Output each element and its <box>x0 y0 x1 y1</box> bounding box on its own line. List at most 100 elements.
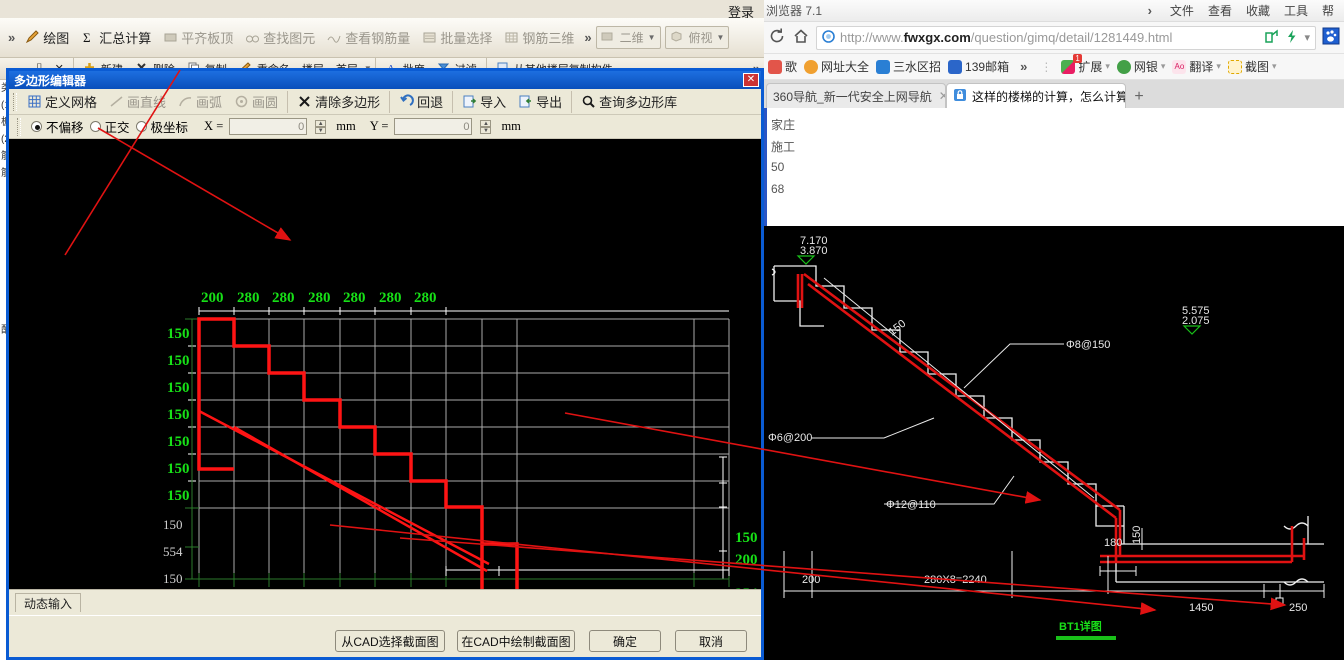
polygon-canvas[interactable]: 200 280 280 280 280 280 280 150 150 150 <box>9 139 761 589</box>
query-polygon-library-button[interactable]: 查询多边形库 <box>575 90 683 113</box>
view-angle-combo[interactable]: 俯视 ▼ <box>664 26 730 49</box>
undo-button[interactable]: 回退 <box>393 90 449 113</box>
toolbar-overflow-right-icon[interactable]: » <box>580 30 595 45</box>
tab-label: 这样的楼梯的计算，怎么计算？ <box>972 89 1126 104</box>
close-icon[interactable]: ✕ <box>939 89 945 103</box>
toolbar-item-view-rebar[interactable]: 查看钢筋量 <box>321 26 416 49</box>
radio-label: 正交 <box>104 121 130 135</box>
chevron-down-icon[interactable]: ▼ <box>648 33 656 42</box>
dim-left-3: 150 <box>167 407 190 423</box>
toolbar-overflow-left-icon[interactable]: » <box>4 30 19 45</box>
menu-favorites[interactable]: 收藏 <box>1246 2 1270 19</box>
tab-stair-question[interactable]: 这样的楼梯的计算，怎么计算？ ✕ <box>946 83 1126 108</box>
spin-up-icon[interactable]: ▲ <box>315 119 327 127</box>
glodon-app-window: 登录 » 绘图 Σ 汇总计算 平齐板顶 查找图元 查看钢筋量 批量选择 钢筋三维… <box>0 0 764 660</box>
radio-polar[interactable]: 极坐标 <box>135 117 188 136</box>
y-spinner[interactable]: ▲ ▼ <box>480 119 492 134</box>
toolbar-label: 查询多边形库 <box>599 95 678 110</box>
dim-top-6: 280 <box>414 290 437 306</box>
ok-button[interactable]: 确定 <box>589 630 661 652</box>
extension-translate[interactable]: Ao 翻译 ▾ <box>1172 58 1221 75</box>
bookmark-navigation[interactable]: 网址大全 <box>804 58 869 75</box>
extension-bank[interactable]: 网银 ▾ <box>1116 58 1166 75</box>
cad-label-1: 3.870 <box>800 245 828 257</box>
draw-line-button[interactable]: 画直线 <box>103 90 172 113</box>
spin-up-icon[interactable]: ▲ <box>480 119 492 127</box>
top-dimension-labels: 200 280 280 280 280 280 280 <box>201 290 437 306</box>
dim-left-gray-1: 554 <box>163 544 183 559</box>
toolbar-label: 定义网格 <box>45 95 98 110</box>
draw-arc-button[interactable]: 画弧 <box>172 90 228 113</box>
toolbar-item-batch-select[interactable]: 批量选择 <box>416 26 498 49</box>
address-bar[interactable]: http://www.fwxgx.com/question/gimq/detai… <box>816 25 1316 50</box>
menu-file[interactable]: 文件 <box>1170 2 1194 19</box>
toolbar-grip[interactable] <box>13 92 17 111</box>
lightning-icon[interactable] <box>1285 29 1298 47</box>
toolbar-label: 画直线 <box>127 95 167 110</box>
draw-in-cad-button[interactable]: 在CAD中绘制截面图 <box>457 630 575 652</box>
chevron-down-icon[interactable]: ▾ <box>1216 61 1221 72</box>
dim-top-0: 200 <box>201 290 224 306</box>
menu-overflow-icon[interactable]: › <box>1144 3 1156 18</box>
radio-dot-icon <box>89 121 101 132</box>
x-spinner[interactable]: ▲ ▼ <box>315 119 327 134</box>
toolbar-label: 平齐板顶 <box>181 31 234 46</box>
extension-addons[interactable]: 扩展 1 ▾ <box>1061 54 1110 75</box>
options-grip[interactable] <box>17 117 21 136</box>
menu-tools[interactable]: 工具 <box>1284 2 1308 19</box>
toolbar-label: 查看钢筋量 <box>345 31 411 46</box>
cad-label-12: 1450 <box>1189 602 1213 614</box>
toolbar-item-find-element[interactable]: 查找图元 <box>239 26 321 49</box>
cancel-button[interactable]: 取消 <box>675 630 747 652</box>
x-input[interactable]: 0 <box>229 118 308 135</box>
chevron-down-icon[interactable]: ▾ <box>1272 61 1277 72</box>
tab-360-navigation[interactable]: 360导航_新一代安全上网导航 ✕ <box>766 83 946 108</box>
menu-help[interactable]: 帮 <box>1322 2 1334 19</box>
chevron-down-icon[interactable]: ▾ <box>1161 61 1166 72</box>
radio-orthogonal[interactable]: 正交 <box>89 117 130 136</box>
y-input[interactable]: 0 <box>394 118 473 135</box>
cad-label-2: Φ8@150 <box>1066 339 1110 351</box>
draw-circle-button[interactable]: 画圆 <box>228 90 284 113</box>
y-unit: mm <box>501 119 521 133</box>
export-button[interactable]: 导出 <box>512 90 568 113</box>
bookmark-139mail[interactable]: 139邮箱 <box>948 58 1009 75</box>
toolbar-item-summary[interactable]: Σ 汇总计算 <box>75 26 157 49</box>
share-icon[interactable] <box>1264 28 1279 47</box>
dim-top-1: 280 <box>237 290 260 306</box>
bank-icon <box>1116 59 1131 74</box>
toolbar-item-rebar-3d[interactable]: 钢筋三维 <box>498 26 580 49</box>
close-icon[interactable]: ✕ <box>743 73 759 87</box>
translate-icon: Ao <box>1172 59 1187 74</box>
bookmarks-overflow-icon[interactable]: » <box>1016 59 1031 74</box>
extension-label: 网银 <box>1133 60 1158 74</box>
import-button[interactable]: 导入 <box>456 90 512 113</box>
undo-icon <box>399 94 414 109</box>
menu-view[interactable]: 查看 <box>1208 2 1232 19</box>
spin-down-icon[interactable]: ▼ <box>480 126 492 134</box>
toolbar-item-flush-slab[interactable]: 平齐板顶 <box>157 26 239 49</box>
clear-polygon-button[interactable]: 清除多边形 <box>291 90 386 113</box>
reload-icon[interactable] <box>768 27 786 48</box>
bookmark-sanshui[interactable]: 三水区招 <box>876 58 941 75</box>
new-tab-button[interactable]: + <box>1126 85 1152 108</box>
extension-screenshot[interactable]: 截图 ▾ <box>1227 58 1277 75</box>
spin-down-icon[interactable]: ▼ <box>315 126 327 134</box>
chevron-down-icon[interactable]: ▾ <box>1105 61 1110 72</box>
bookmark-music[interactable]: 歌 <box>768 58 797 75</box>
select-from-cad-button[interactable]: 从CAD选择截面图 <box>335 630 445 652</box>
paw-extension-icon[interactable] <box>1322 27 1340 48</box>
chevron-down-icon[interactable]: ▼ <box>717 33 725 42</box>
chevron-down-icon[interactable]: ▾ <box>1304 31 1310 44</box>
define-grid-button[interactable]: 定义网格 <box>21 90 103 113</box>
toolbar-item-draw[interactable]: 绘图 <box>19 26 75 49</box>
view-mode-combo[interactable]: 二维 ▼ <box>595 26 661 49</box>
home-icon[interactable] <box>792 27 810 48</box>
dialog-titlebar[interactable]: 多边形编辑器 ✕ <box>9 71 761 89</box>
radio-no-offset[interactable]: 不偏移 <box>31 117 84 136</box>
dynamic-input-tab[interactable]: 动态输入 <box>15 593 82 612</box>
dim-left-1: 150 <box>167 353 190 369</box>
dim-left-4: 150 <box>167 434 190 450</box>
cad-caption-underline <box>1056 636 1116 640</box>
cad-label-5: 150 <box>886 318 908 339</box>
